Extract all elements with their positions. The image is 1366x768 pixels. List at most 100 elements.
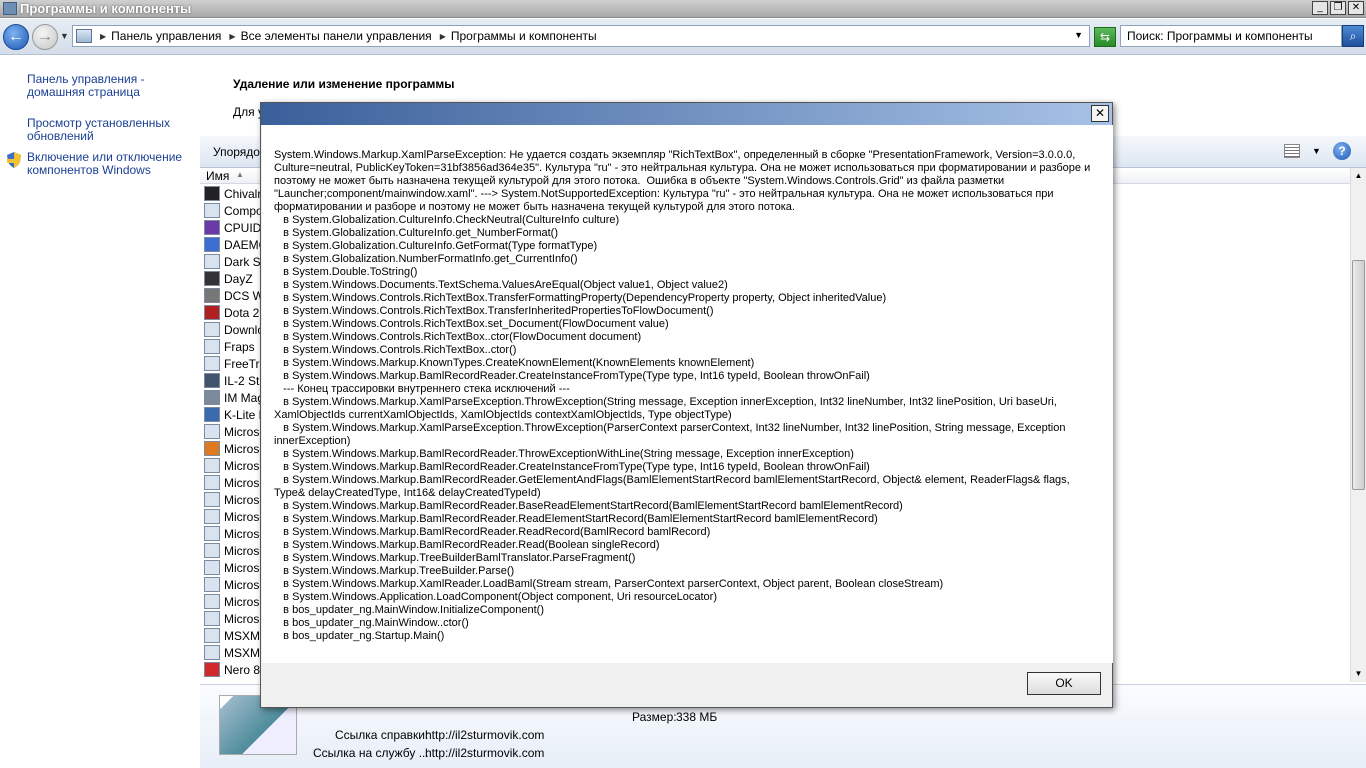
list-item[interactable]: Chivalr — [204, 185, 264, 202]
list-item[interactable]: MSXML — [204, 644, 264, 661]
program-icon — [204, 645, 220, 660]
program-icon — [204, 339, 220, 354]
minimize-button[interactable]: _ — [1312, 1, 1328, 15]
help-link-value[interactable]: http://il2sturmovik.com — [425, 728, 544, 742]
list-item[interactable]: IM Mag — [204, 389, 264, 406]
list-item[interactable]: Microsc — [204, 610, 264, 627]
program-icon — [204, 577, 220, 592]
list-item[interactable]: Dota 2 — [204, 304, 264, 321]
program-icon — [204, 288, 220, 303]
sidebar-item-updates[interactable]: Просмотр установленных обновлений — [27, 117, 197, 143]
program-icon — [204, 390, 220, 405]
address-dropdown-icon[interactable]: ▼ — [1074, 30, 1083, 40]
program-name: FreeTra — [224, 356, 264, 371]
list-item[interactable]: Microsc — [204, 542, 264, 559]
list-item[interactable]: Microsc — [204, 576, 264, 593]
program-icon — [204, 458, 220, 473]
program-name: Fraps — [224, 339, 255, 354]
list-item[interactable]: Microsc — [204, 440, 264, 457]
back-button[interactable]: ← — [3, 24, 29, 50]
organize-button[interactable]: Упорядоч — [213, 145, 266, 159]
program-icon — [204, 492, 220, 507]
list-item[interactable]: IL-2 Stu — [204, 372, 264, 389]
program-icon — [204, 305, 220, 320]
list-item[interactable]: CPUID — [204, 219, 264, 236]
sidebar-item-windows-features[interactable]: Включение или отключение компонентов Win… — [27, 151, 197, 177]
list-item[interactable]: Microsc — [204, 508, 264, 525]
list-item[interactable]: FreeTra — [204, 355, 264, 372]
help-icon[interactable]: ? — [1333, 142, 1351, 160]
program-name: IM Mag — [224, 390, 264, 405]
program-name: MSXML — [224, 645, 264, 660]
history-dropdown[interactable]: ▼ — [60, 31, 69, 41]
program-icon — [204, 543, 220, 558]
dialog-close-button[interactable]: ✕ — [1091, 105, 1109, 122]
list-item[interactable]: Microsc — [204, 457, 264, 474]
program-name: MSXML — [224, 628, 264, 643]
list-item[interactable]: Downlo — [204, 321, 264, 338]
close-window-button[interactable]: ✕ — [1348, 1, 1364, 15]
breadcrumb-arrow-icon[interactable]: ▶ — [100, 32, 106, 41]
program-name: Microsc — [224, 594, 264, 609]
breadcrumb-item[interactable]: ▶ Программы и компоненты — [440, 29, 597, 43]
control-panel-icon — [3, 2, 17, 15]
list-item[interactable]: DCS Wo — [204, 287, 264, 304]
program-name: Microsc — [224, 577, 264, 592]
list-item[interactable]: DayZ — [204, 270, 264, 287]
list-item[interactable]: Microsc — [204, 525, 264, 542]
breadcrumb-arrow-icon[interactable]: ▶ — [440, 32, 446, 41]
program-name: DayZ — [224, 271, 253, 286]
program-name: Microsc — [224, 509, 264, 524]
forward-button[interactable]: → — [32, 24, 58, 50]
list-item[interactable]: Microsc — [204, 423, 264, 440]
sidebar-item-home[interactable]: Панель управления - домашняя страница — [27, 73, 197, 99]
program-name: Microsc — [224, 492, 264, 507]
list-item[interactable]: Dark Sc — [204, 253, 264, 270]
search-button[interactable]: ⌕ — [1342, 25, 1364, 47]
program-name: Microsc — [224, 475, 264, 490]
program-icon — [204, 220, 220, 235]
list-item[interactable]: Microsc — [204, 474, 264, 491]
list-item[interactable]: Microsc — [204, 559, 264, 576]
program-icon — [204, 424, 220, 439]
list-item[interactable]: Fraps — [204, 338, 264, 355]
breadcrumb[interactable]: ▶ Панель управления ▶ Все элементы панели … — [72, 25, 1090, 47]
scrollbar-thumb[interactable] — [1352, 260, 1365, 490]
program-name: Microsc — [224, 441, 264, 456]
program-icon — [204, 373, 220, 388]
list-item[interactable]: MSXML — [204, 627, 264, 644]
program-icon — [204, 526, 220, 541]
program-name: Microsc — [224, 560, 264, 575]
program-name: CPUID — [224, 220, 262, 235]
list-item[interactable]: Microsc — [204, 491, 264, 508]
list-item[interactable]: DAEMC — [204, 236, 264, 253]
list-item[interactable]: K-Lite N — [204, 406, 264, 423]
refresh-button[interactable]: ⇆ — [1094, 27, 1116, 47]
views-dropdown-icon[interactable]: ▼ — [1312, 146, 1321, 156]
list-item[interactable]: Microsc — [204, 593, 264, 610]
search-input[interactable]: Поиск: Программы и компоненты — [1120, 25, 1342, 47]
program-icon — [204, 662, 220, 677]
ok-button[interactable]: OK — [1027, 672, 1101, 695]
program-icon — [204, 186, 220, 201]
program-name: Microsc — [224, 526, 264, 541]
views-icon[interactable] — [1284, 144, 1300, 158]
scroll-down-icon[interactable]: ▼ — [1351, 666, 1366, 682]
breadcrumb-item[interactable]: ▶ Панель управления — [100, 29, 221, 43]
list-scrollbar[interactable]: ▲ ▼ — [1350, 168, 1366, 682]
breadcrumb-item[interactable]: ▶ Все элементы панели управления — [229, 29, 431, 43]
program-icon — [204, 594, 220, 609]
scroll-up-icon[interactable]: ▲ — [1351, 168, 1366, 184]
support-link-value[interactable]: http://il2sturmovik.com — [425, 746, 544, 760]
program-icon — [204, 475, 220, 490]
list-item[interactable]: Nero 8 — [204, 661, 264, 678]
program-name: Microsc — [224, 611, 264, 626]
support-link-label: Ссылка на службу ... — [313, 746, 429, 760]
restore-button[interactable]: ❐ — [1330, 1, 1346, 15]
breadcrumb-arrow-icon[interactable]: ▶ — [229, 32, 235, 41]
address-bar: ← → ▼ ▶ Панель управления ▶ Все элементы п… — [0, 19, 1366, 55]
program-name: Microsc — [224, 424, 264, 439]
program-name: DCS Wo — [224, 288, 264, 303]
list-item[interactable]: Compor — [204, 202, 264, 219]
program-name: Microsc — [224, 543, 264, 558]
